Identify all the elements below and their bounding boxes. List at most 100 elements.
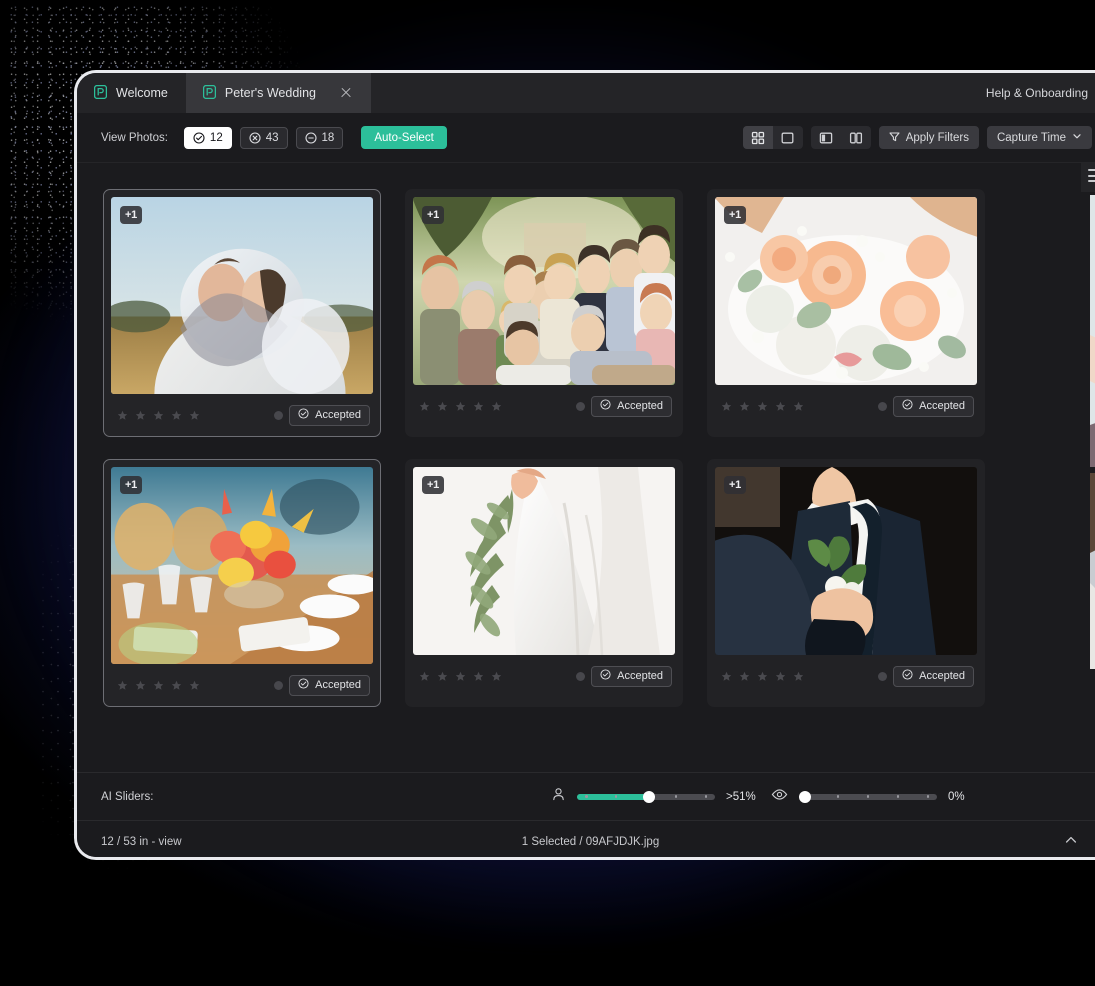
star-rating[interactable] — [721, 401, 804, 412]
star-icon[interactable] — [117, 680, 128, 691]
star-icon[interactable] — [739, 671, 750, 682]
view-photos-label: View Photos: — [101, 131, 168, 144]
preview-image-secondary[interactable] — [1090, 473, 1095, 669]
photo-thumbnail[interactable]: +1 — [111, 467, 373, 665]
star-icon[interactable] — [455, 401, 466, 412]
tab-label: Welcome — [116, 86, 168, 100]
status-badge-accepted[interactable]: Accepted — [591, 395, 672, 417]
star-icon[interactable] — [153, 680, 164, 691]
filter-funnel-icon — [889, 131, 900, 145]
star-icon[interactable] — [473, 401, 484, 412]
star-icon[interactable] — [437, 401, 448, 412]
filter-chip-unrated[interactable]: 18 — [295, 126, 344, 149]
color-label-dot[interactable] — [576, 671, 586, 681]
star-icon[interactable] — [775, 401, 786, 412]
photo-card[interactable]: +1 Accepted — [405, 189, 683, 437]
titlebar: Welcome Peter's Wedding Help & Onboardin… — [77, 73, 1095, 113]
eye-icon — [771, 787, 788, 807]
tab-peters-wedding[interactable]: Peter's Wedding — [185, 73, 371, 113]
color-label-dot[interactable] — [576, 401, 586, 411]
tab-label: Peter's Wedding — [224, 86, 316, 100]
star-icon[interactable] — [189, 680, 200, 691]
star-rating[interactable] — [117, 410, 200, 421]
photo-card[interactable]: +1 Accepted — [707, 459, 985, 707]
star-icon[interactable] — [739, 401, 750, 412]
star-icon[interactable] — [491, 671, 502, 682]
toolbar-right-group: Apply Filters Capture Time — [742, 126, 1092, 149]
status-badge-label: Accepted — [617, 400, 663, 412]
star-icon[interactable] — [135, 680, 146, 691]
star-icon[interactable] — [437, 671, 448, 682]
tab-welcome[interactable]: Welcome — [77, 73, 186, 113]
star-icon[interactable] — [491, 401, 502, 412]
help-and-onboarding-link[interactable]: Help & Onboarding — [986, 73, 1095, 113]
auto-select-button[interactable]: Auto-Select — [361, 126, 447, 149]
application-window: Welcome Peter's Wedding Help & Onboardin… — [74, 70, 1095, 860]
close-icon[interactable] — [339, 86, 353, 100]
photo-card-footer: Accepted — [413, 655, 675, 697]
photo-image — [1090, 473, 1095, 669]
apply-filters-button[interactable]: Apply Filters — [878, 126, 979, 149]
closed-eyes-slider[interactable] — [798, 790, 937, 803]
photo-card[interactable]: +1 Accepted — [707, 189, 985, 437]
check-circle-icon — [298, 678, 309, 692]
star-icon[interactable] — [757, 671, 768, 682]
star-icon[interactable] — [775, 671, 786, 682]
status-badge-accepted[interactable]: Accepted — [289, 404, 370, 426]
star-icon[interactable] — [419, 671, 430, 682]
star-icon[interactable] — [455, 671, 466, 682]
photo-stack-badge: +1 — [422, 206, 444, 224]
status-badge-accepted[interactable]: Accepted — [289, 674, 370, 696]
photo-thumbnail[interactable]: +1 — [715, 467, 977, 655]
star-icon[interactable] — [171, 680, 182, 691]
filter-chip-accepted[interactable]: 12 — [183, 126, 232, 149]
people-slider[interactable] — [577, 790, 715, 803]
single-view-icon[interactable] — [773, 126, 803, 149]
star-icon[interactable] — [117, 410, 128, 421]
star-rating[interactable] — [419, 401, 502, 412]
color-label-dot[interactable] — [274, 680, 284, 690]
color-label-dot[interactable] — [878, 401, 888, 411]
status-badge-accepted[interactable]: Accepted — [893, 395, 974, 417]
help-link-label: Help & Onboarding — [985, 86, 1088, 100]
photo-thumbnail[interactable]: +1 — [413, 467, 675, 655]
check-circle-icon — [902, 399, 913, 413]
status-badge-accepted[interactable]: Accepted — [893, 665, 974, 687]
star-icon[interactable] — [793, 671, 804, 682]
filter-chip-rejected[interactable]: 43 — [239, 126, 288, 149]
star-icon[interactable] — [171, 410, 182, 421]
grid-view-icon[interactable] — [742, 126, 773, 149]
duo-view-icon[interactable] — [841, 126, 871, 149]
chevron-down-icon — [1072, 131, 1082, 144]
star-icon[interactable] — [135, 410, 146, 421]
photo-card-footer: Accepted — [715, 655, 977, 697]
star-icon[interactable] — [473, 671, 484, 682]
star-rating[interactable] — [117, 680, 200, 691]
statusbar: 12 / 53 in - view 1 Selected / 09AFJDJK.… — [77, 820, 1095, 857]
selection-text: 1 Selected / 09AFJDJK.jpg — [521, 835, 660, 848]
star-icon[interactable] — [793, 401, 804, 412]
photo-card[interactable]: +1 Accepted — [103, 459, 381, 707]
color-label-dot[interactable] — [878, 671, 888, 681]
photo-thumbnail[interactable]: +1 — [111, 197, 373, 395]
star-icon[interactable] — [189, 410, 200, 421]
status-badge-accepted[interactable]: Accepted — [591, 665, 672, 687]
color-label-dot[interactable] — [274, 410, 284, 420]
photo-thumbnail[interactable]: +1 — [715, 197, 977, 385]
star-icon[interactable] — [757, 401, 768, 412]
star-rating[interactable] — [721, 671, 804, 682]
sort-dropdown[interactable]: Capture Time — [986, 126, 1092, 149]
star-icon[interactable] — [721, 401, 732, 412]
split-view-icon[interactable] — [811, 126, 841, 149]
chevron-up-icon[interactable] — [1064, 833, 1078, 850]
star-icon[interactable] — [419, 401, 430, 412]
photo-image — [715, 467, 977, 655]
photo-thumbnail[interactable]: +1 — [413, 197, 675, 385]
photo-card[interactable]: +1 Accepted — [405, 459, 683, 707]
star-rating[interactable] — [419, 671, 502, 682]
hamburger-menu-icon[interactable] — [1088, 169, 1095, 185]
preview-image-primary[interactable] — [1090, 195, 1095, 467]
star-icon[interactable] — [153, 410, 164, 421]
photo-card[interactable]: +1 Accepted — [103, 189, 381, 437]
star-icon[interactable] — [721, 671, 732, 682]
